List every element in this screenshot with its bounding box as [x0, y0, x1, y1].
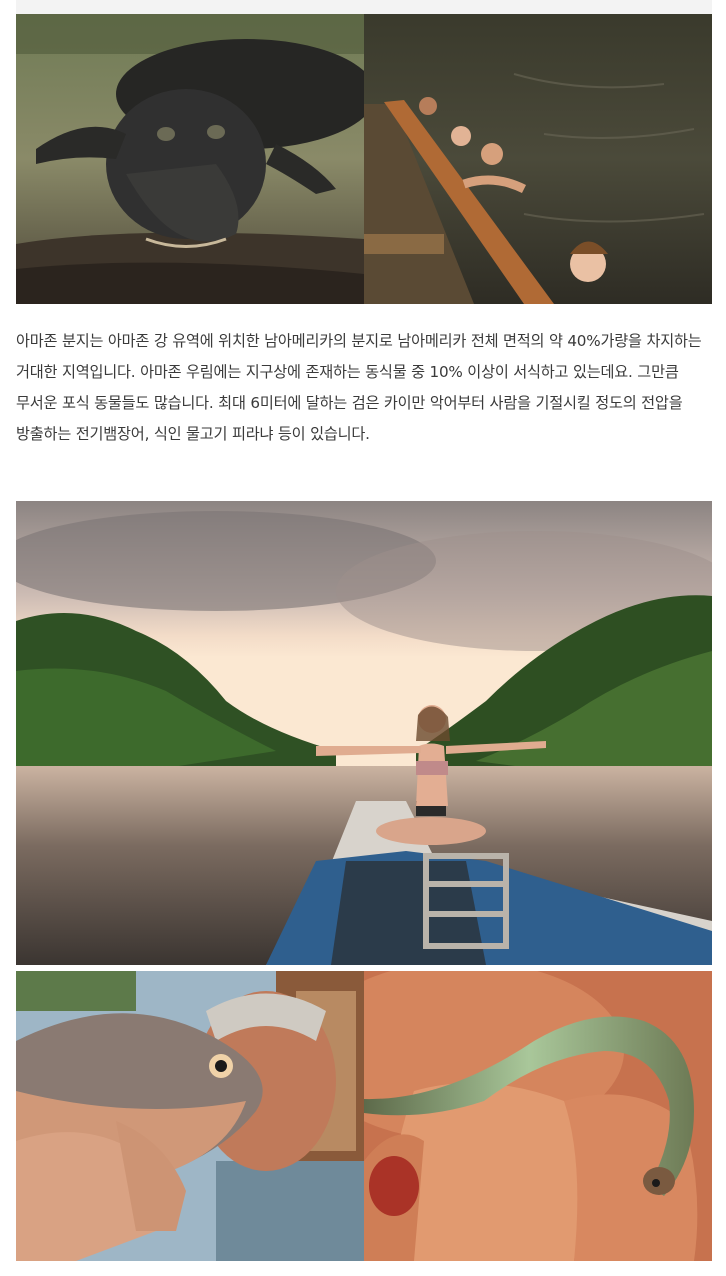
sunset-boat-photo	[16, 501, 712, 965]
article-paragraph: 아마존 분지는 아마존 강 유역에 위치한 남아메리카의 분지로 남아메리카 전…	[16, 332, 702, 443]
swimmers-photo	[364, 14, 712, 304]
caiman-photo	[16, 14, 364, 304]
small-fish-photo	[364, 971, 712, 1261]
man-with-fish-photo	[16, 971, 364, 1261]
top-divider	[16, 0, 712, 14]
